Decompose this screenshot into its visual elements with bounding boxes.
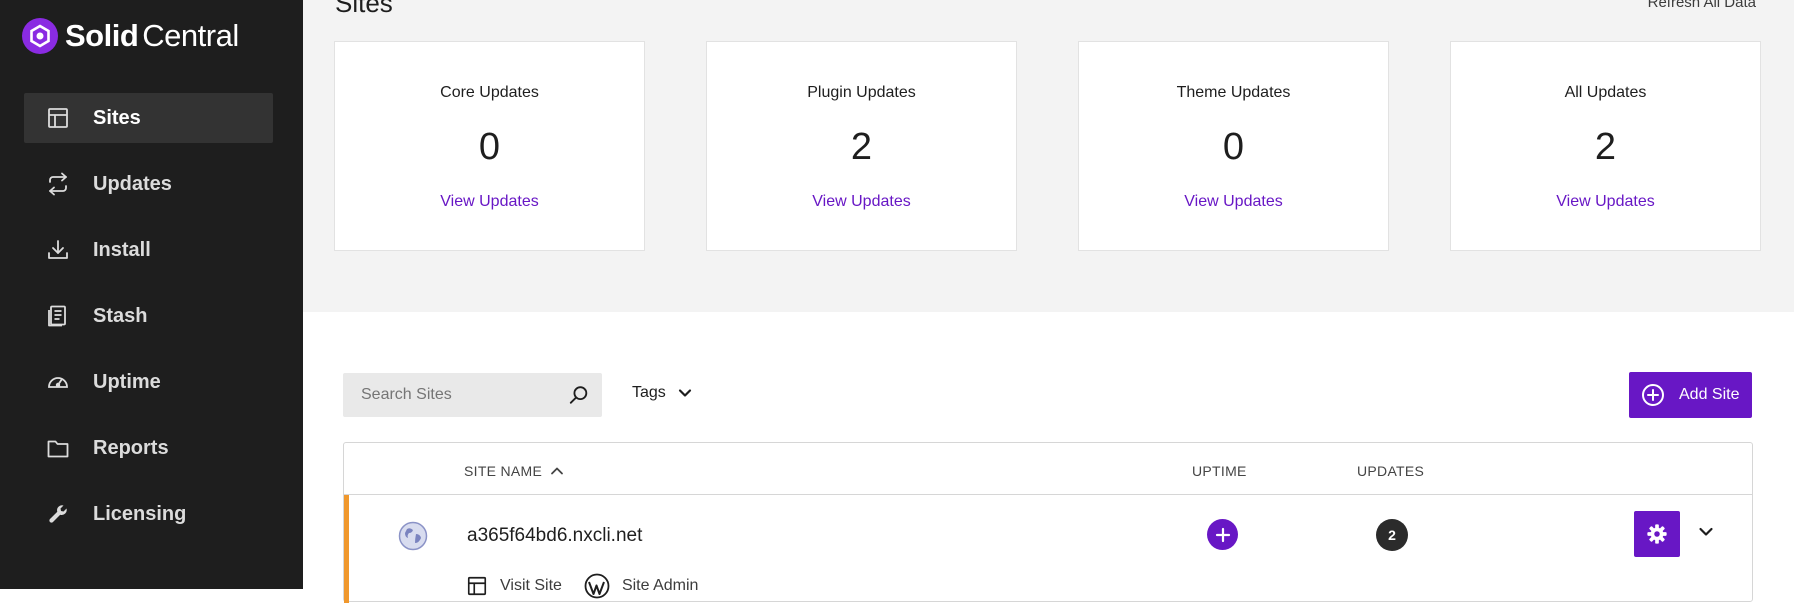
site-admin-link[interactable]: Site Admin bbox=[584, 573, 698, 599]
brand[interactable]: Solid Central bbox=[22, 18, 239, 54]
refresh-all-data-link[interactable]: Refresh All Data bbox=[1648, 0, 1756, 11]
add-site-button[interactable]: Add Site bbox=[1629, 372, 1752, 418]
summary-band: Sites Refresh All Data Core Updates 0 Vi… bbox=[303, 0, 1794, 312]
sidebar-item-label: Updates bbox=[93, 172, 172, 195]
chevron-down-icon bbox=[678, 389, 691, 397]
column-header-label: SITE NAME bbox=[464, 463, 543, 479]
globe-icon bbox=[398, 521, 428, 551]
brand-name: Solid Central bbox=[65, 18, 239, 54]
card-title: All Updates bbox=[1564, 84, 1647, 101]
view-updates-link[interactable]: View Updates bbox=[707, 193, 1016, 211]
card-title: Theme Updates bbox=[1176, 84, 1291, 101]
view-updates-link[interactable]: View Updates bbox=[1079, 193, 1388, 211]
tags-label: Tags bbox=[632, 384, 666, 401]
stash-icon bbox=[45, 303, 71, 329]
tags-dropdown[interactable]: Tags bbox=[632, 384, 692, 402]
sidebar-item-install[interactable]: Install bbox=[24, 225, 273, 275]
sidebar-item-reports[interactable]: Reports bbox=[24, 423, 273, 473]
install-icon bbox=[45, 237, 71, 263]
visit-site-label: Visit Site bbox=[500, 577, 562, 594]
table-row: a365f64bd6.nxcli.net 2 Visit Site Site A… bbox=[344, 495, 1752, 603]
search-box bbox=[343, 373, 602, 417]
sidebar-item-label: Reports bbox=[93, 436, 169, 459]
add-site-label: Add Site bbox=[1679, 386, 1740, 403]
card-title: Plugin Updates bbox=[807, 84, 916, 101]
sidebar-item-uptime[interactable]: Uptime bbox=[24, 357, 273, 407]
sidebar-item-label: Sites bbox=[93, 106, 141, 129]
sidebar-item-licensing[interactable]: Licensing bbox=[24, 489, 273, 539]
plugin-updates-card: Plugin Updates 2 View Updates bbox=[706, 41, 1017, 251]
brand-central: Central bbox=[142, 18, 239, 53]
uptime-icon bbox=[45, 369, 71, 395]
plus-icon bbox=[1215, 527, 1230, 542]
sidebar-item-label: Uptime bbox=[93, 370, 161, 393]
sidebar-item-stash[interactable]: Stash bbox=[24, 291, 273, 341]
sidebar-item-updates[interactable]: Updates bbox=[24, 159, 273, 209]
column-header-uptime: UPTIME bbox=[1192, 463, 1247, 479]
expand-row-chevron-icon[interactable] bbox=[1698, 526, 1714, 538]
theme-updates-card: Theme Updates 0 View Updates bbox=[1078, 41, 1389, 251]
wordpress-icon bbox=[584, 573, 610, 599]
site-settings-button[interactable] bbox=[1634, 511, 1680, 557]
sidebar-item-sites[interactable]: Sites bbox=[24, 93, 273, 143]
all-updates-card: All Updates 2 View Updates bbox=[1450, 41, 1761, 251]
reports-icon bbox=[45, 435, 71, 461]
row-actions: Visit Site Site Admin bbox=[466, 573, 720, 599]
core-updates-card: Core Updates 0 View Updates bbox=[334, 41, 645, 251]
card-count: 0 bbox=[1222, 126, 1245, 168]
brand-solid: Solid bbox=[65, 18, 139, 53]
main-content: Sites Refresh All Data Core Updates 0 Vi… bbox=[303, 0, 1794, 603]
layout-icon bbox=[467, 576, 487, 596]
site-admin-label: Site Admin bbox=[621, 577, 699, 594]
sidebar-item-label: Licensing bbox=[93, 502, 187, 525]
add-uptime-button[interactable] bbox=[1207, 519, 1238, 550]
wrench-icon bbox=[45, 501, 71, 527]
gear-icon bbox=[1647, 524, 1667, 544]
view-updates-link[interactable]: View Updates bbox=[1451, 193, 1760, 211]
updates-icon bbox=[45, 171, 71, 197]
view-updates-link[interactable]: View Updates bbox=[335, 193, 644, 211]
chevron-up-icon bbox=[551, 467, 564, 475]
card-title: Core Updates bbox=[440, 84, 539, 101]
page-title: Sites bbox=[335, 0, 393, 18]
plus-circle-icon bbox=[1642, 384, 1664, 406]
sites-table: SITE NAME UPTIME UPDATES a365f64bd6.nxcl… bbox=[343, 442, 1753, 603]
search-input[interactable] bbox=[359, 385, 563, 405]
search-icon[interactable] bbox=[568, 384, 590, 406]
card-count: 0 bbox=[478, 126, 501, 168]
site-name[interactable]: a365f64bd6.nxcli.net bbox=[467, 525, 642, 547]
card-count: 2 bbox=[1594, 126, 1617, 168]
card-count: 2 bbox=[850, 126, 873, 168]
column-header-site-name[interactable]: SITE NAME bbox=[464, 463, 564, 479]
updates-count-badge[interactable]: 2 bbox=[1376, 519, 1408, 551]
sites-icon bbox=[45, 105, 71, 131]
sidebar-item-label: Install bbox=[93, 238, 151, 261]
solid-logo-icon bbox=[22, 18, 58, 54]
sidebar-item-label: Stash bbox=[93, 304, 148, 327]
sidebar: Solid Central Sites Updates Install Stas… bbox=[0, 0, 303, 589]
column-header-updates: UPDATES bbox=[1357, 463, 1425, 479]
visit-site-link[interactable]: Visit Site bbox=[466, 575, 562, 597]
